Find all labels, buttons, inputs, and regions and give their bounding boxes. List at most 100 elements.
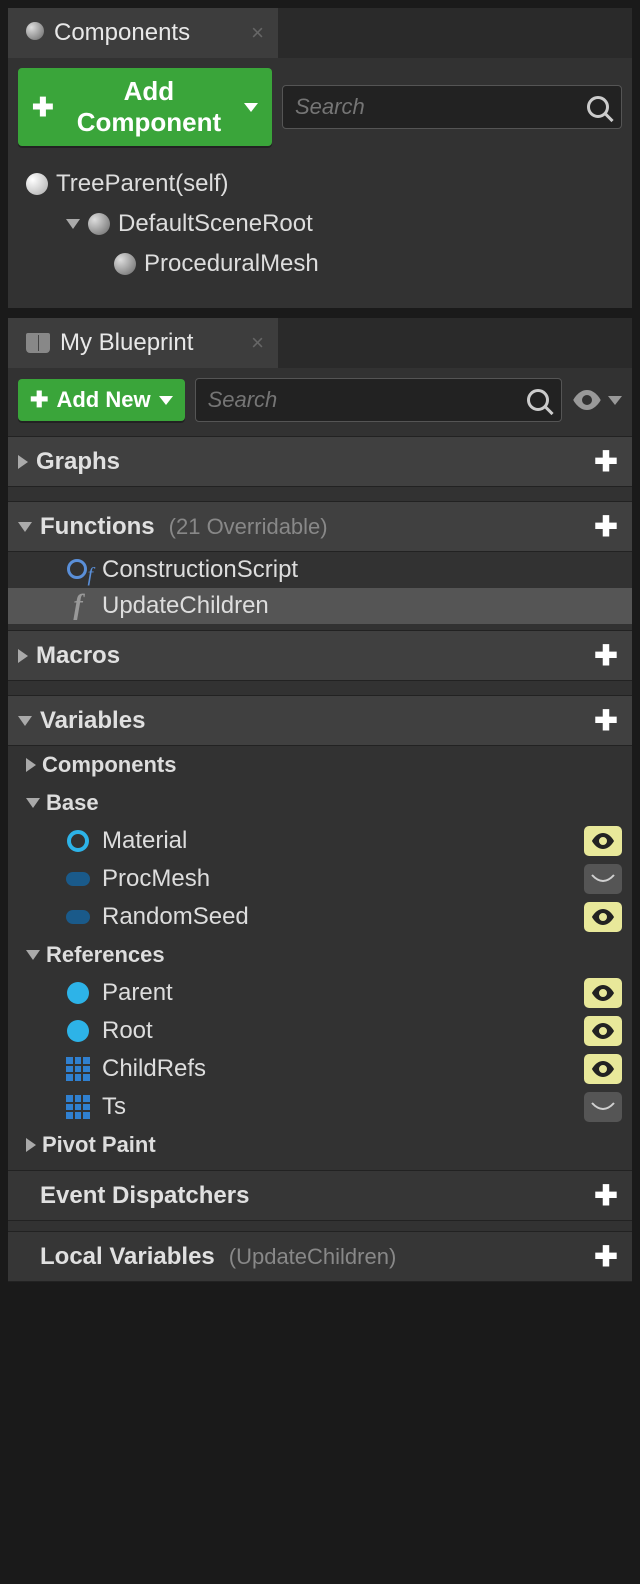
search-input[interactable] [295,94,587,120]
add-new-button[interactable]: ✚ Add New [18,379,185,421]
section-title: Local Variables [40,1243,215,1271]
function-construction-script[interactable]: ConstructionScript [8,552,632,588]
variables-section[interactable]: Variables ✚ [8,695,632,746]
plus-icon: ✚ [30,387,48,413]
section-subtitle: (UpdateChildren) [229,1244,397,1270]
expander-icon[interactable] [18,455,28,469]
add-local-button[interactable]: ✚ [590,1240,622,1273]
tree-scene-root[interactable]: DefaultSceneRoot [18,204,622,244]
visibility-toggle[interactable] [584,864,622,894]
section-subtitle: (21 Overridable) [169,514,328,540]
variable-randomseed[interactable]: RandomSeed [8,898,632,936]
blueprint-search[interactable] [195,378,562,422]
visibility-toggle[interactable] [584,1092,622,1122]
function-update-children[interactable]: f UpdateChildren [8,588,632,624]
variable-material[interactable]: Material [8,822,632,860]
visibility-toggle[interactable] [584,1054,622,1084]
components-tab-title: Components [54,19,190,47]
visibility-toggle[interactable] [584,978,622,1008]
close-icon[interactable]: × [251,330,264,356]
eye-icon [572,390,602,410]
blueprint-tab[interactable]: My Blueprint × [8,318,278,368]
construction-script-icon [64,556,92,584]
variable-root[interactable]: Root [8,1012,632,1050]
variables-components-group[interactable]: Components [8,746,632,784]
add-function-button[interactable]: ✚ [590,510,622,543]
macros-section[interactable]: Macros ✚ [8,630,632,681]
event-dispatchers-section[interactable]: Event Dispatchers ✚ [8,1170,632,1221]
local-variables-section[interactable]: Local Variables (UpdateChildren) ✚ [8,1231,632,1282]
actor-icon [26,173,48,195]
object-var-icon [64,865,92,893]
item-label: ProcMesh [102,865,210,893]
tree-item-label: TreeParent(self) [56,170,229,198]
chevron-down-icon [159,396,173,405]
book-icon [26,333,50,353]
add-graph-button[interactable]: ✚ [590,445,622,478]
search-icon [527,389,549,411]
add-dispatcher-button[interactable]: ✚ [590,1179,622,1212]
search-input[interactable] [208,387,527,413]
expander-icon[interactable] [66,219,80,229]
variable-ts[interactable]: Ts [8,1088,632,1126]
tree-root-item[interactable]: TreeParent(self) [18,164,622,204]
add-component-button[interactable]: ✚ Add Component [18,68,272,146]
section-title: Graphs [36,448,120,476]
item-label: ConstructionScript [102,556,298,584]
item-label: UpdateChildren [102,592,269,620]
item-label: Material [102,827,187,855]
chevron-down-icon [608,396,622,405]
visibility-toggle[interactable] [584,826,622,856]
add-new-label: Add New [56,387,150,413]
variables-base-group[interactable]: Base [8,784,632,822]
components-tab-bar: Components × [8,8,632,58]
object-var-icon [64,1017,92,1045]
group-label: Base [46,790,99,816]
item-label: ChildRefs [102,1055,206,1083]
visibility-toggle[interactable] [584,1016,622,1046]
functions-section[interactable]: Functions (21 Overridable) ✚ [8,501,632,552]
expander-icon[interactable] [26,758,36,772]
array-var-icon [64,1055,92,1083]
components-tree: TreeParent(self) DefaultSceneRoot Proced… [18,160,622,288]
variables-references-group[interactable]: References [8,936,632,974]
array-var-icon [64,1093,92,1121]
variable-childrefs[interactable]: ChildRefs [8,1050,632,1088]
tree-procedural-mesh[interactable]: ProceduralMesh [18,244,622,284]
variable-parent[interactable]: Parent [8,974,632,1012]
expander-icon[interactable] [26,950,40,960]
scene-icon [88,213,110,235]
search-icon [587,96,609,118]
section-title: Functions [40,513,155,541]
scene-icon [114,253,136,275]
add-macro-button[interactable]: ✚ [590,639,622,672]
variable-procmesh[interactable]: ProcMesh [8,860,632,898]
variables-pivot-paint-group[interactable]: Pivot Paint [8,1126,632,1164]
expander-icon[interactable] [18,522,32,532]
my-blueprint-panel: My Blueprint × ✚ Add New Graphs ✚ [6,316,634,1284]
group-label: References [46,942,165,968]
add-component-label: Add Component [62,76,236,138]
components-tab[interactable]: Components × [8,8,278,58]
blueprint-tab-bar: My Blueprint × [8,318,632,368]
visibility-toggle[interactable] [584,902,622,932]
item-label: Root [102,1017,153,1045]
material-var-icon [64,827,92,855]
graphs-section[interactable]: Graphs ✚ [8,436,632,487]
expander-icon[interactable] [18,649,28,663]
chevron-down-icon [244,103,258,112]
section-title: Event Dispatchers [40,1182,249,1210]
view-options-dropdown[interactable] [572,390,622,410]
components-search[interactable] [282,85,622,129]
expander-icon[interactable] [26,798,40,808]
group-label: Pivot Paint [42,1132,156,1158]
expander-icon[interactable] [18,716,32,726]
object-var-icon [64,979,92,1007]
tree-item-label: DefaultSceneRoot [118,210,313,238]
tree-item-label: ProceduralMesh [144,250,319,278]
add-variable-button[interactable]: ✚ [590,704,622,737]
expander-icon[interactable] [26,1138,36,1152]
plus-icon: ✚ [32,92,54,123]
group-label: Components [42,752,176,778]
close-icon[interactable]: × [251,20,264,46]
